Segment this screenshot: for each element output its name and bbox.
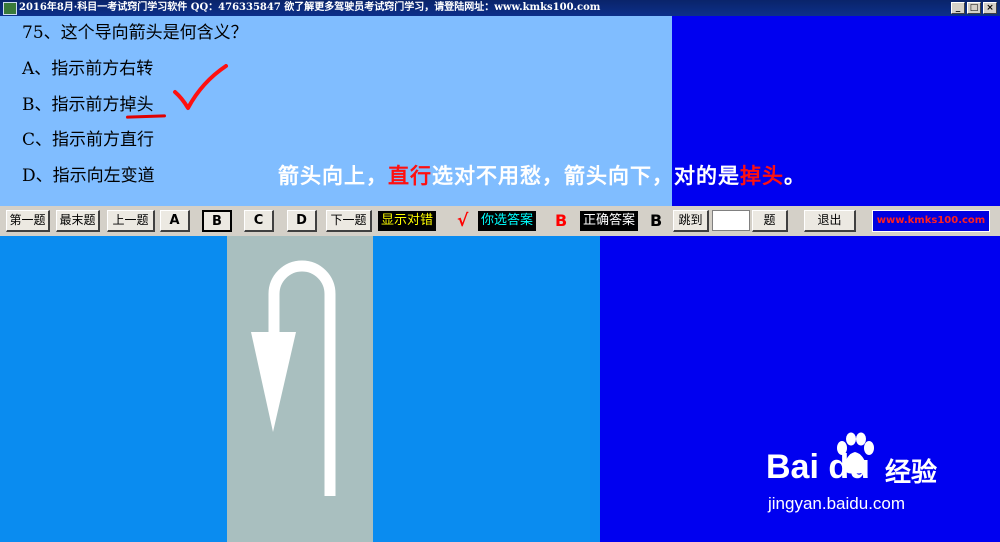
answer-a-button[interactable]: A (160, 210, 190, 232)
question-unit-button[interactable]: 题 (752, 210, 788, 232)
caption-part3: 选对不用愁，箭头向下，对的是 (432, 164, 740, 188)
toolbar: 第一题 最末题 上一题 A B C D 下一题 显示对错 √ 你选答案 B 正确… (0, 206, 1000, 236)
your-answer-value: B (555, 211, 568, 230)
baidu-url-text: jingyan.baidu.com (768, 494, 906, 513)
caption-uturn: 掉头 (740, 164, 784, 188)
last-question-button[interactable]: 最末题 (56, 210, 100, 232)
correct-tick-icon: √ (457, 211, 469, 231)
caption-part1: 箭头向上， (278, 164, 388, 188)
option-d[interactable]: D、指示向左变道 (22, 161, 155, 186)
prev-question-button[interactable]: 上一题 (107, 210, 155, 232)
mnemonic-caption: 箭头向上，直行选对不用愁，箭头向下，对的是掉头。 (278, 160, 806, 190)
baidu-paw-icon (837, 432, 874, 474)
answer-c-button[interactable]: C (244, 210, 274, 232)
close-button[interactable]: × (983, 2, 997, 14)
show-result-label[interactable]: 显示对错 (378, 211, 437, 231)
option-c[interactable]: C、指示前方直行 (22, 125, 154, 150)
red-checkmark-icon (173, 64, 228, 110)
first-question-button[interactable]: 第一题 (6, 210, 50, 232)
caption-straight: 直行 (388, 164, 432, 188)
exit-button[interactable]: 退出 (804, 210, 856, 232)
u-turn-arrow-icon (251, 260, 336, 496)
answer-b-button[interactable]: B (202, 210, 232, 232)
window-title: 2016年8月·科目一考试窍门学习软件 QQ：476335847 欲了解更多驾驶… (19, 2, 601, 13)
jump-button[interactable]: 跳到 (673, 210, 709, 232)
maximize-button[interactable]: □ (967, 2, 981, 14)
jump-number-input[interactable] (712, 210, 750, 231)
option-a[interactable]: A、指示前方右转 (22, 54, 153, 79)
website-link[interactable]: www.kmks100.com (872, 210, 990, 232)
question-text: 75、这个导向箭头是何含义？ (22, 23, 248, 43)
baidu-brand-text: 经验 (885, 458, 938, 488)
app-icon (3, 2, 17, 15)
minimize-button[interactable]: _ (951, 2, 965, 14)
title-bar: 2016年8月·科目一考试窍门学习软件 QQ：476335847 欲了解更多驾驶… (0, 0, 1000, 16)
caption-part5: 。 (784, 164, 806, 188)
correct-answer-label: 正确答案 (580, 211, 639, 231)
next-question-button[interactable]: 下一题 (326, 210, 372, 232)
answer-d-button[interactable]: D (287, 210, 317, 232)
correct-answer-value: B (650, 211, 663, 230)
your-answer-label: 你选答案 (478, 211, 537, 231)
option-b[interactable]: B、指示前方掉头 (22, 90, 154, 115)
window-controls: _ □ × (951, 2, 997, 14)
